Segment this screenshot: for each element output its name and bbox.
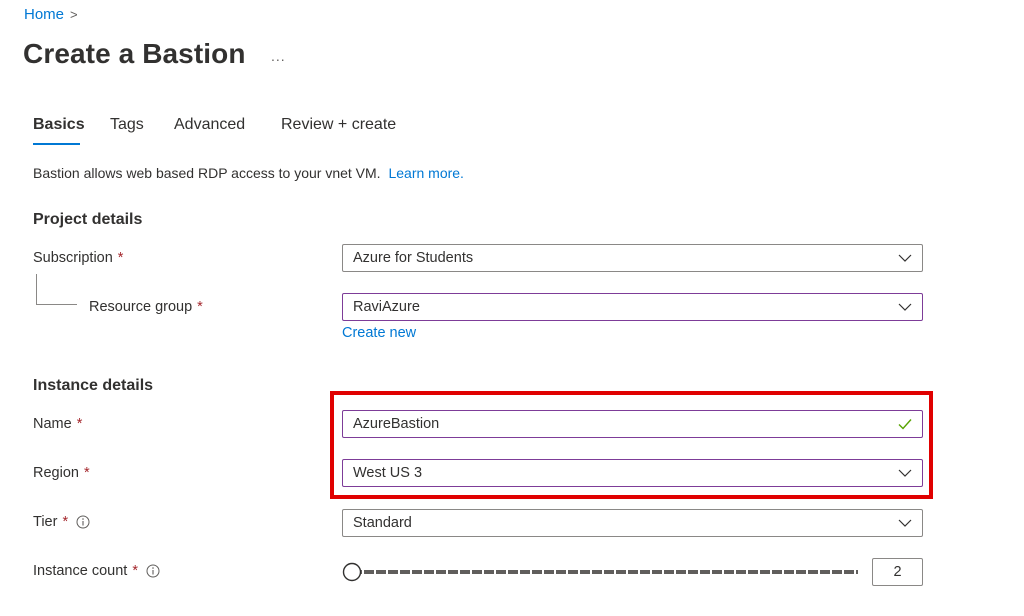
- required-marker: *: [117, 250, 124, 266]
- required-marker: *: [62, 514, 69, 530]
- instance-count-slider[interactable]: [342, 562, 860, 582]
- tab-advanced[interactable]: Advanced: [174, 116, 245, 134]
- instance-count-input[interactable]: 2: [872, 558, 923, 586]
- tree-connector: [36, 274, 77, 305]
- subscription-label-text: Subscription: [33, 250, 113, 266]
- name-input[interactable]: AzureBastion: [342, 410, 923, 438]
- required-marker: *: [197, 299, 203, 315]
- create-new-link[interactable]: Create new: [342, 325, 416, 341]
- page-title: Create a Bastion: [23, 38, 246, 69]
- name-value: AzureBastion: [353, 416, 440, 432]
- instance-details-heading: Instance details: [33, 377, 154, 394]
- breadcrumb: Home >: [24, 6, 78, 23]
- slider-thumb: [342, 562, 362, 582]
- resource-group-label: Resource group *: [89, 299, 203, 315]
- active-tab-indicator: [33, 143, 80, 145]
- resource-group-label-text: Resource group: [89, 299, 193, 315]
- tab-review-create[interactable]: Review + create: [281, 116, 396, 134]
- breadcrumb-home-link[interactable]: Home: [24, 6, 64, 23]
- tier-label-text: Tier: [33, 514, 58, 530]
- tab-tags[interactable]: Tags: [110, 116, 144, 134]
- name-label: Name *: [33, 416, 82, 432]
- info-icon[interactable]: [146, 564, 160, 578]
- description-text: Bastion allows web based RDP access to y…: [33, 165, 381, 181]
- required-marker: *: [132, 563, 138, 579]
- region-select[interactable]: West US 3: [342, 459, 923, 487]
- chevron-down-icon: [898, 469, 912, 477]
- chevron-right-icon: >: [70, 7, 78, 22]
- chevron-down-icon: [898, 519, 912, 527]
- region-label-text: Region: [33, 465, 79, 481]
- tier-value: Standard: [353, 515, 412, 531]
- description: Bastion allows web based RDP access to y…: [33, 165, 464, 181]
- tier-select[interactable]: Standard: [342, 509, 923, 537]
- resource-group-select[interactable]: RaviAzure: [342, 293, 923, 321]
- region-label: Region *: [33, 465, 90, 481]
- resource-group-value: RaviAzure: [353, 299, 420, 315]
- info-icon[interactable]: [76, 515, 90, 529]
- chevron-down-icon: [898, 254, 912, 262]
- more-options-button[interactable]: ...: [271, 48, 286, 64]
- chevron-down-icon: [898, 303, 912, 311]
- required-marker: *: [76, 416, 83, 432]
- required-marker: *: [83, 465, 90, 481]
- subscription-label: Subscription *: [33, 250, 123, 266]
- instance-count-label-text: Instance count: [33, 563, 128, 579]
- checkmark-icon: [898, 419, 912, 430]
- subscription-value: Azure for Students: [353, 250, 474, 266]
- subscription-select[interactable]: Azure for Students: [342, 244, 923, 272]
- tier-label: Tier *: [33, 514, 90, 530]
- project-details-heading: Project details: [33, 211, 143, 228]
- region-value: West US 3: [353, 465, 423, 481]
- tab-basics[interactable]: Basics: [33, 116, 85, 134]
- name-label-text: Name: [33, 416, 72, 432]
- instance-count-label: Instance count *: [33, 563, 160, 579]
- learn-more-link[interactable]: Learn more.: [388, 165, 463, 181]
